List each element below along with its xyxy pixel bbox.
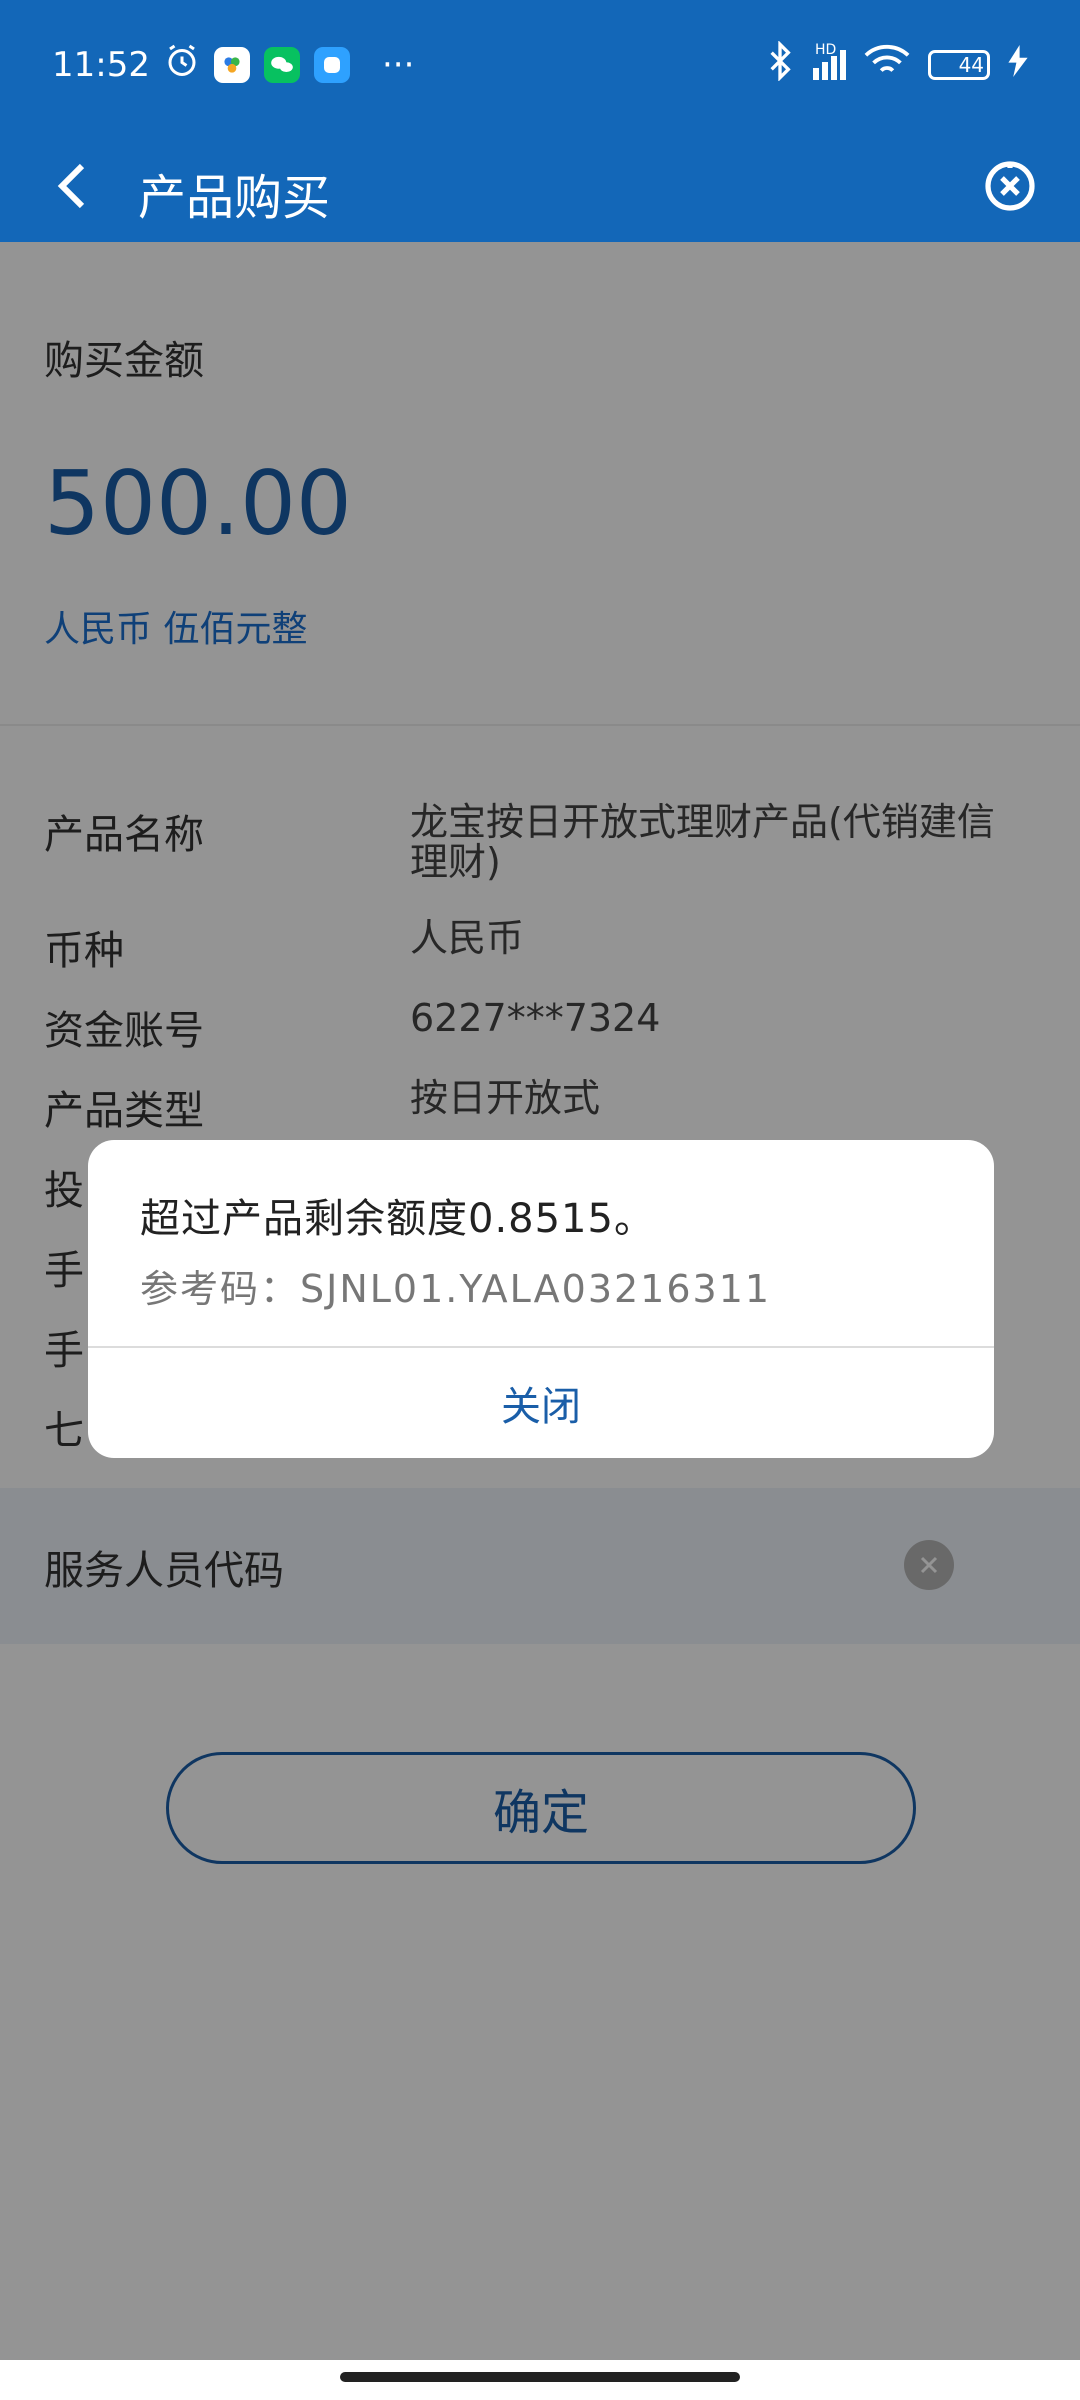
home-indicator[interactable] — [340, 2372, 740, 2382]
status-time: 11:52 — [52, 45, 150, 85]
screen: 11:52 ··· HD 44 产品购买 购买金额 500.00 人民币 伍佰元… — [0, 0, 1080, 2400]
signal-icon: HD — [813, 42, 846, 80]
page-title: 产品购买 — [138, 170, 331, 226]
wechat-icon — [263, 47, 300, 83]
battery-level: 44 — [958, 53, 985, 77]
bluetooth-icon — [765, 40, 795, 89]
message-app-icon — [313, 47, 350, 83]
overflow-icon: ··· — [381, 45, 415, 85]
wifi-icon — [864, 43, 910, 87]
status-left: 11:52 ··· — [52, 43, 414, 88]
nav-bar: 产品购买 — [0, 130, 1080, 242]
charging-icon — [1008, 45, 1028, 85]
close-circle-icon[interactable] — [980, 156, 1040, 216]
error-dialog: 超过产品剩余额度0.8515。 参考码：SJNL01.YALA03216311 … — [88, 1140, 994, 1458]
hd-label: HD — [815, 42, 837, 58]
dialog-reference-code: 参考码：SJNL01.YALA03216311 — [140, 1267, 772, 1311]
status-right: HD 44 — [765, 40, 1028, 89]
status-bar: 11:52 ··· HD 44 — [0, 0, 1080, 130]
baidu-netdisk-icon — [213, 47, 250, 83]
alarm-icon — [164, 43, 200, 88]
back-icon[interactable] — [42, 156, 102, 216]
dialog-message: 超过产品剩余额度0.8515。 — [140, 1196, 655, 1242]
battery-icon: 44 — [928, 50, 990, 80]
dialog-close-button[interactable]: 关闭 — [88, 1348, 994, 1458]
